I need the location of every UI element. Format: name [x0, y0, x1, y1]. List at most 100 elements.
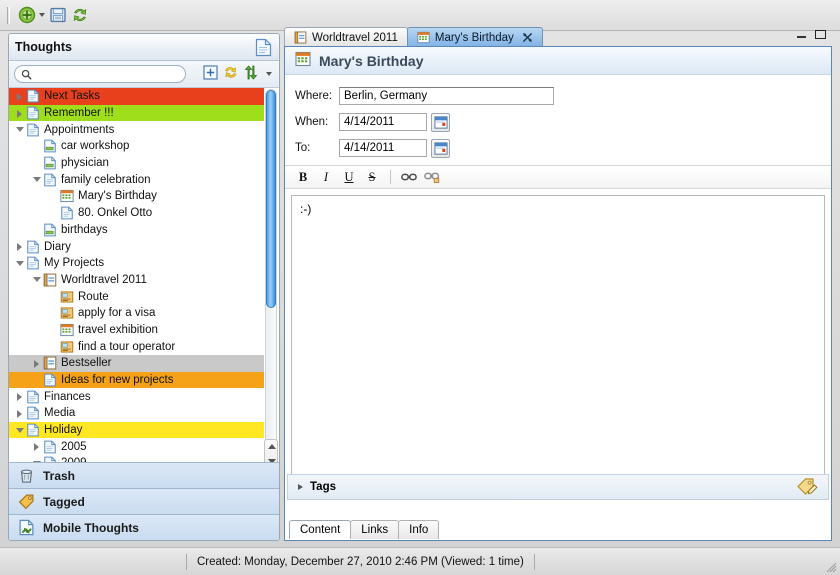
tree-item-route[interactable]: Route — [9, 288, 264, 305]
save-button[interactable] — [47, 3, 69, 27]
note-icon — [26, 106, 40, 120]
plus-box-icon[interactable] — [203, 65, 218, 83]
tree-item-diary[interactable]: Diary — [9, 238, 264, 255]
new-document-icon[interactable] — [255, 38, 272, 60]
search-input[interactable] — [36, 68, 179, 80]
editor-tabstrip: Worldtravel 2011 Mary's Birthday — [284, 26, 832, 47]
remove-link-button[interactable] — [422, 167, 442, 187]
tags-section[interactable]: Tags — [287, 474, 829, 500]
floppy-disk-icon — [49, 6, 67, 24]
expand-arrow-icon[interactable] — [32, 358, 43, 369]
tree-item-2005[interactable]: 2005 — [9, 438, 264, 455]
expand-arrow-icon[interactable] — [15, 91, 26, 102]
tree-item-bestseller[interactable]: Bestseller — [9, 355, 264, 372]
tree-item-label: My Projects — [44, 257, 105, 270]
close-icon[interactable] — [522, 32, 533, 43]
bottom-tab-info[interactable]: Info — [398, 520, 440, 539]
maximize-icon[interactable] — [815, 30, 826, 39]
chevron-right-icon[interactable] — [298, 484, 303, 490]
format-toolbar: B I U S — [285, 165, 831, 189]
tree-item-80-onkel-otto[interactable]: 80. Onkel Otto — [9, 205, 264, 222]
bottom-tab-links[interactable]: Links — [350, 520, 400, 539]
note-icon — [43, 440, 57, 454]
tag-edit-icon[interactable] — [796, 476, 818, 499]
expand-arrow-icon[interactable] — [15, 391, 26, 402]
tree-item-label: travel exhibition — [78, 323, 158, 336]
tree-rows[interactable]: Next Tasks Remember !!! Appointments car wo… — [9, 88, 264, 469]
minimize-icon[interactable] — [797, 31, 806, 38]
sidebar-item-trash[interactable]: Trash — [9, 462, 279, 488]
sync-button[interactable] — [69, 3, 91, 27]
collapse-arrow-icon[interactable] — [15, 124, 26, 135]
toolbar-grip[interactable] — [7, 6, 10, 24]
tree-item-worldtravel-2011[interactable]: Worldtravel 2011 — [9, 272, 264, 289]
collapse-arrow-icon[interactable] — [15, 258, 26, 269]
tree-item-birthdays[interactable]: birthdays — [9, 222, 264, 239]
collapse-arrow-icon[interactable] — [32, 274, 43, 285]
application-window: Thoughts Next Tasks Remember !!! Appoint… — [0, 0, 840, 575]
tree-item-media[interactable]: Media — [9, 405, 264, 422]
calendar-icon — [60, 323, 74, 337]
sidebar-item-mobile-thoughts[interactable]: Mobile Thoughts — [9, 514, 279, 540]
tree-item-my-projects[interactable]: My Projects — [9, 255, 264, 272]
tree-item-next-tasks[interactable]: Next Tasks — [9, 88, 264, 105]
bold-button[interactable]: B — [293, 167, 313, 187]
calendar-picker-button[interactable] — [431, 112, 450, 132]
tree-item-label: car workshop — [61, 140, 130, 153]
tree-item-remember[interactable]: Remember !!! — [9, 104, 264, 122]
tab-worldtravel-2011[interactable]: Worldtravel 2011 — [284, 27, 408, 47]
tree-item-family-celebration[interactable]: family celebration — [9, 171, 264, 188]
tree-item-mary-s-birthday[interactable]: Mary's Birthday — [9, 188, 264, 205]
window-controls — [797, 30, 826, 39]
underline-button[interactable]: U — [339, 167, 359, 187]
expand-arrow-icon[interactable] — [15, 108, 26, 119]
note-icon — [26, 423, 40, 437]
tree-item-ideas-for-new-projects[interactable]: Ideas for new projects — [9, 371, 264, 389]
chevron-down-icon[interactable] — [39, 13, 45, 17]
sort-dropdown-icon[interactable] — [266, 72, 272, 76]
thoughts-tree: Next Tasks Remember !!! Appointments car wo… — [9, 88, 279, 469]
date-input[interactable]: 4/14/2011 — [339, 113, 427, 131]
task-orange-icon — [60, 306, 74, 320]
tab-mary-s-birthday[interactable]: Mary's Birthday — [406, 27, 543, 47]
note-icon — [26, 89, 40, 103]
collapse-arrow-icon[interactable] — [15, 425, 26, 436]
sidebar-item-tagged[interactable]: Tagged — [9, 488, 279, 514]
tree-item-travel-exhibition[interactable]: travel exhibition — [9, 322, 264, 339]
search-actions — [203, 65, 274, 83]
calendar-picker-button[interactable] — [431, 138, 450, 158]
tree-item-holiday[interactable]: Holiday — [9, 421, 264, 439]
strikethrough-button[interactable]: S — [362, 167, 382, 187]
field-row-where: Where: Berlin, Germany — [295, 83, 831, 109]
expand-arrow-icon[interactable] — [32, 441, 43, 452]
tree-item-physician[interactable]: physician — [9, 155, 264, 172]
tree-item-finances[interactable]: Finances — [9, 388, 264, 405]
bottom-tab-content[interactable]: Content — [289, 520, 352, 539]
editor-title: Mary's Birthday — [319, 52, 424, 69]
collapse-arrow-icon[interactable] — [32, 174, 43, 185]
where-input[interactable]: Berlin, Germany — [339, 87, 554, 105]
tree-item-label: Holiday — [44, 424, 83, 437]
tree-item-car-workshop[interactable]: car workshop — [9, 138, 264, 155]
add-thought-button[interactable] — [16, 3, 47, 27]
resize-grip-icon[interactable] — [825, 561, 837, 573]
tree-scrollbar[interactable] — [264, 89, 278, 453]
expand-arrow-icon[interactable] — [15, 408, 26, 419]
sort-arrows-green-icon[interactable] — [244, 65, 258, 83]
thoughts-panel-header: Thoughts — [9, 34, 279, 61]
search-field[interactable] — [14, 65, 186, 83]
tree-item-appointments[interactable]: Appointments — [9, 121, 264, 138]
expand-arrow-icon[interactable] — [15, 241, 26, 252]
refresh-yellow-icon[interactable] — [223, 65, 239, 83]
content-textarea[interactable]: :-) — [291, 195, 825, 478]
tree-item-apply-for-a-visa[interactable]: apply for a visa — [9, 305, 264, 322]
date-input[interactable]: 4/14/2011 — [339, 139, 427, 157]
insert-link-button[interactable] — [399, 167, 419, 187]
sidebar-bottom-items: Trash Tagged Mobile Thoughts — [9, 462, 279, 540]
tree-item-find-a-tour-operator[interactable]: find a tour operator — [9, 338, 264, 355]
scrollbar-thumb[interactable] — [266, 90, 276, 308]
notebook-icon — [294, 31, 307, 44]
scroll-up-icon[interactable] — [268, 444, 276, 449]
italic-button[interactable]: I — [316, 167, 336, 187]
